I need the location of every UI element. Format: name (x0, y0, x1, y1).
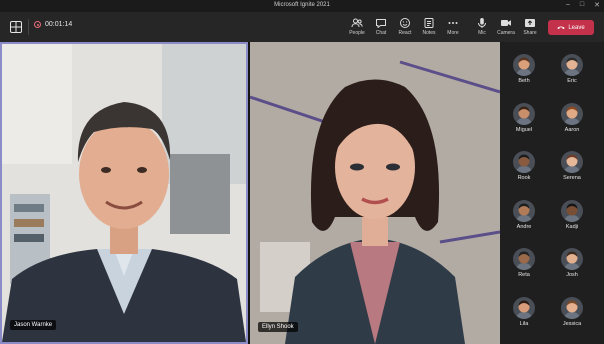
window-title: Microsoft Ignite 2021 (274, 2, 330, 8)
speaker-video-feed (2, 44, 246, 342)
participant-item[interactable]: Miguel (508, 102, 540, 133)
leave-label: Leave (568, 24, 585, 31)
participant-item[interactable]: Eric (556, 54, 588, 84)
meeting-timer: 00:01:14 (34, 21, 72, 28)
participant-avatar (513, 54, 535, 76)
window-title-bar: Microsoft Ignite 2021 – □ ✕ (0, 0, 604, 12)
participant-item[interactable]: Josh (556, 248, 588, 278)
participant-item[interactable]: Lila (508, 296, 540, 327)
chat-button[interactable]: Chat (369, 14, 393, 36)
avatar-video-feed (250, 42, 500, 344)
react-button[interactable]: React (393, 14, 417, 36)
people-label: People (349, 30, 365, 36)
participant-avatar (561, 54, 583, 76)
react-label: React (398, 30, 412, 36)
participant-name: Eric (567, 78, 577, 84)
participant-name: Serena (563, 175, 581, 181)
mic-icon (476, 16, 488, 28)
participant-name: Lila (519, 320, 529, 327)
recording-icon (34, 21, 41, 28)
participant-name: Aaron (564, 126, 580, 133)
participant-name: Josh (566, 272, 578, 278)
video-tile-avatar[interactable]: Ellyn Shook (250, 42, 500, 344)
participant-avatar (561, 296, 583, 319)
participant-name: Beth (518, 78, 530, 84)
participant-avatar (513, 199, 535, 222)
people-button[interactable]: People (345, 14, 369, 36)
more-label: More (447, 30, 459, 36)
participant-name: Kadji (565, 223, 579, 230)
timer-text: 00:01:14 (45, 21, 73, 28)
participant-avatar (513, 248, 535, 270)
share-button[interactable]: Share (518, 14, 542, 36)
participant-item[interactable]: Reta (508, 248, 540, 278)
notes-icon (423, 16, 435, 28)
device-controls: Mic Camera Share (470, 14, 542, 36)
phone-hangup-icon (557, 26, 565, 30)
video-stage: Jason Warnke Ellyn Shook (0, 42, 500, 344)
mic-button[interactable]: Mic (470, 14, 494, 36)
window-controls: – □ ✕ (566, 1, 600, 9)
react-icon (399, 16, 411, 28)
participant-avatar (561, 248, 583, 270)
participant-item[interactable]: Serena (556, 151, 588, 181)
mic-label: Mic (478, 30, 486, 36)
camera-label: Camera (497, 30, 515, 36)
participant-name: Andre (516, 223, 532, 230)
close-icon[interactable]: ✕ (594, 1, 600, 9)
participant-avatar (561, 199, 583, 222)
notes-label: Notes (422, 30, 436, 36)
more-button[interactable]: More (441, 14, 465, 36)
participant-avatar (513, 102, 535, 125)
participant-item[interactable]: Kadji (556, 199, 588, 230)
participants-roster: Beth Eric Miguel Aaron Rook Serena Andre Kadji R… (500, 42, 604, 344)
people-icon (351, 16, 363, 28)
participant-item[interactable]: Andre (508, 199, 540, 230)
speaker-name-tag: Jason Warnke (10, 320, 57, 330)
notes-button[interactable]: Notes (417, 14, 441, 36)
participant-avatar (561, 102, 583, 125)
participant-name: Jessica (562, 320, 582, 327)
more-icon (447, 16, 459, 28)
chat-label: Chat (375, 30, 387, 36)
camera-icon (500, 16, 512, 28)
participant-avatar (513, 151, 535, 173)
meeting-actions: People Chat React Notes More (345, 14, 465, 36)
participant-item[interactable]: Rook (508, 151, 540, 181)
participant-item[interactable]: Jessica (556, 296, 588, 327)
chat-icon (375, 16, 387, 28)
maximize-icon[interactable]: □ (580, 1, 584, 9)
avatar-name-tag: Ellyn Shook (258, 322, 298, 332)
grid-icon (10, 21, 22, 33)
participant-name: Rook (517, 175, 531, 181)
participant-avatar (561, 151, 583, 173)
video-tile-speaker[interactable]: Jason Warnke (0, 42, 248, 344)
layout-grid-button[interactable] (10, 20, 22, 33)
minimize-icon[interactable]: – (566, 1, 570, 9)
leave-button[interactable]: Leave (548, 20, 594, 35)
participant-item[interactable]: Beth (508, 54, 540, 84)
meeting-toolbar: 00:01:14 People Chat React Notes More Mi… (0, 12, 604, 42)
participant-item[interactable]: Aaron (556, 102, 588, 133)
share-label: Share (523, 30, 537, 36)
camera-button[interactable]: Camera (494, 14, 518, 36)
participant-name: Reta (518, 272, 530, 278)
share-icon (524, 16, 536, 28)
participant-avatar (513, 296, 535, 319)
toolbar-divider (28, 19, 29, 35)
participant-name: Miguel (515, 126, 533, 133)
